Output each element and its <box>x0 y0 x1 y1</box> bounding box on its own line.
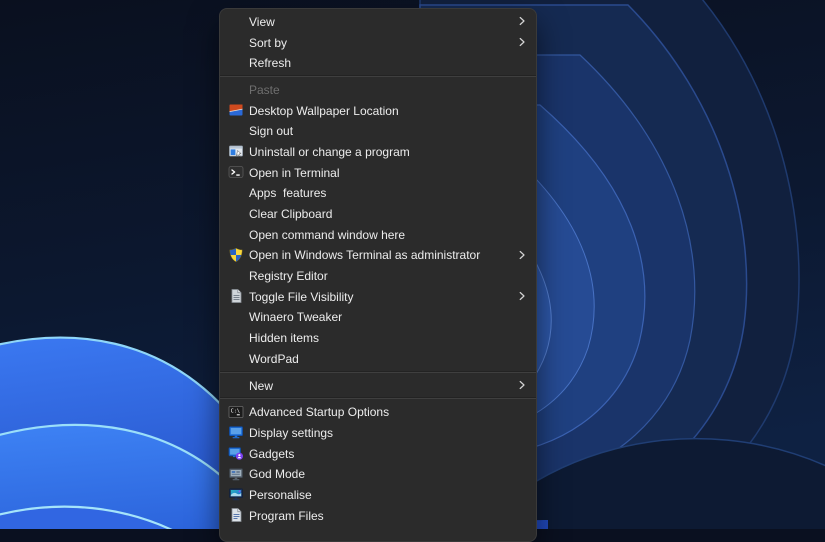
menu-item-paste: Paste <box>220 79 536 100</box>
personalise-icon <box>228 486 244 502</box>
icon-spacer <box>228 330 244 346</box>
gadgets-icon <box>228 445 244 461</box>
menu-item-label: God Mode <box>249 467 306 482</box>
menu-separator <box>220 397 536 400</box>
menu-item-label: Advanced Startup Options <box>249 405 390 420</box>
menu-item-label: New <box>249 378 274 393</box>
menu-item-label: Toggle File Visibility <box>249 289 354 304</box>
menu-item-open-in-windows-terminal-as-administrator[interactable]: Open in Windows Terminal as administrato… <box>220 245 536 266</box>
menu-item-new[interactable]: New <box>220 375 536 396</box>
chevron-right-icon <box>517 16 527 26</box>
icon-spacer <box>228 309 244 325</box>
menu-item-refresh[interactable]: Refresh <box>220 52 536 73</box>
menu-item-wordpad[interactable]: WordPad <box>220 348 536 369</box>
menu-item-label: Gadgets <box>249 446 295 461</box>
chevron-right-icon <box>517 291 527 301</box>
wallpaper-icon <box>228 102 244 118</box>
menu-separator <box>220 370 536 373</box>
menu-separator <box>220 75 536 78</box>
menu-item-label: Hidden items <box>249 331 320 346</box>
menu-item-label: Personalise <box>249 487 312 502</box>
cmd-icon: C:\ <box>228 404 244 420</box>
icon-spacer <box>228 206 244 222</box>
programs-icon <box>228 143 244 159</box>
icon-spacer <box>228 268 244 284</box>
chevron-right-icon <box>517 250 527 260</box>
menu-item-uninstall-or-change-a-program[interactable]: Uninstall or change a program <box>220 141 536 162</box>
menu-item-label: Program Files <box>249 508 324 523</box>
icon-spacer <box>228 55 244 71</box>
menu-item-label: Desktop Wallpaper Location <box>249 103 399 118</box>
context-menu: View Sort by Refresh Paste Desktop Wallpaper… <box>219 8 537 542</box>
chevron-right-icon <box>517 380 527 390</box>
icon-spacer <box>228 377 244 393</box>
uac-shield-icon <box>228 247 244 263</box>
menu-item-gadgets[interactable]: Gadgets <box>220 443 536 464</box>
menu-item-sort-by[interactable]: Sort by <box>220 32 536 53</box>
menu-item-registry-editor[interactable]: Registry Editor <box>220 265 536 286</box>
display-icon <box>228 424 244 440</box>
menu-item-desktop-wallpaper-location[interactable]: Desktop Wallpaper Location <box>220 100 536 121</box>
icon-spacer <box>228 13 244 29</box>
menu-item-label: Open in Windows Terminal as administrato… <box>249 248 481 263</box>
svg-text:C:\: C:\ <box>231 408 240 414</box>
icon-spacer <box>228 350 244 366</box>
menu-item-label: Clear Clipboard <box>249 207 333 222</box>
menu-item-apps-features[interactable]: Apps features <box>220 183 536 204</box>
terminal-icon <box>228 164 244 180</box>
menu-item-clear-clipboard[interactable]: Clear Clipboard <box>220 203 536 224</box>
menu-item-sign-out[interactable]: Sign out <box>220 120 536 141</box>
menu-item-label: Sign out <box>249 124 294 139</box>
icon-spacer <box>228 34 244 50</box>
icon-spacer <box>228 123 244 139</box>
menu-item-label: Sort by <box>249 35 288 50</box>
menu-item-label: Open in Terminal <box>249 165 340 180</box>
menu-item-label: Open command window here <box>249 227 406 242</box>
icon-spacer <box>228 185 244 201</box>
menu-item-label: Uninstall or change a program <box>249 144 410 159</box>
icon-spacer <box>228 81 244 97</box>
menu-item-god-mode[interactable]: God Mode <box>220 463 536 484</box>
icon-spacer <box>228 226 244 242</box>
menu-item-label: Winaero Tweaker <box>249 310 343 325</box>
menu-item-toggle-file-visibility[interactable]: Toggle File Visibility <box>220 286 536 307</box>
menu-item-personalise[interactable]: Personalise <box>220 484 536 505</box>
menu-item-label: View <box>249 14 275 29</box>
menu-item-advanced-startup-options[interactable]: C:\ Advanced Startup Options <box>220 401 536 422</box>
program-files-icon <box>228 507 244 523</box>
menu-item-label: Registry Editor <box>249 269 328 284</box>
chevron-right-icon <box>517 37 527 47</box>
menu-item-label: Apps features <box>249 186 327 201</box>
god-mode-icon <box>228 466 244 482</box>
menu-item-winaero-tweaker[interactable]: Winaero Tweaker <box>220 307 536 328</box>
menu-item-view[interactable]: View <box>220 11 536 32</box>
menu-item-open-in-terminal[interactable]: Open in Terminal <box>220 162 536 183</box>
menu-item-open-command-window-here[interactable]: Open command window here <box>220 224 536 245</box>
menu-item-display-settings[interactable]: Display settings <box>220 422 536 443</box>
menu-item-program-files[interactable]: Program Files <box>220 505 536 526</box>
menu-item-label: Paste <box>249 82 280 97</box>
menu-item-label: WordPad <box>249 351 299 366</box>
menu-item-hidden-items[interactable]: Hidden items <box>220 327 536 348</box>
menu-item-label: Display settings <box>249 425 334 440</box>
menu-item-label: Refresh <box>249 56 292 71</box>
file-icon <box>228 288 244 304</box>
